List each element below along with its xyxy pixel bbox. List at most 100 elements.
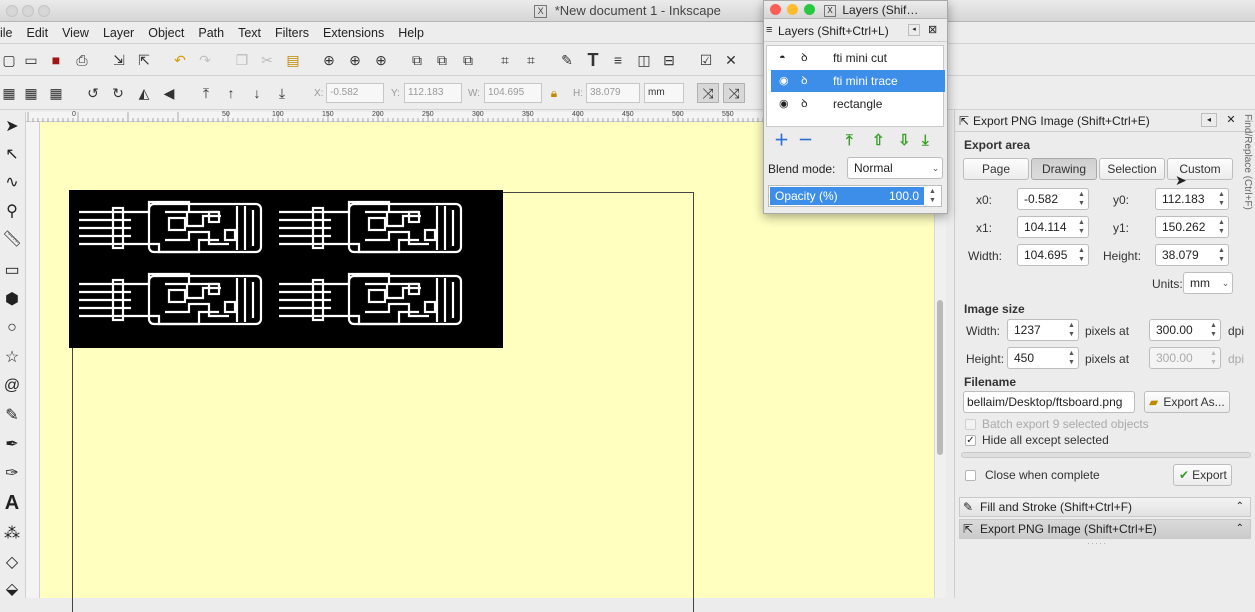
dialog-close-button[interactable] [770,4,781,15]
pcb-trace-image[interactable] [69,190,503,348]
y0-spinbox[interactable]: 112.183 ▲ ▼ [1155,188,1229,210]
rotate-cw-icon[interactable]: ↻ [109,84,127,102]
tweak-tool-icon[interactable]: ∿ [1,171,23,193]
print-icon[interactable]: ⎙ [73,51,91,69]
lock-ratio-icon[interactable]: 🔒︎ [545,84,563,102]
panel-close-icon[interactable]: ✕ [1223,113,1239,127]
spiral-tool-icon[interactable]: @ [1,375,23,397]
menu-help[interactable]: Help [391,22,431,44]
menu-edit[interactable]: Edit [20,22,56,44]
align-distribute-icon[interactable]: ⊟ [660,51,678,69]
menu-view[interactable]: View [55,22,96,44]
import-icon[interactable]: ⇲ [110,51,128,69]
eraser-tool-icon[interactable]: ◇ [1,551,23,573]
redo-icon[interactable]: ↷ [196,51,214,69]
scrollbar-thumb[interactable] [937,300,943,455]
unit-select[interactable]: mm [644,83,684,103]
panel-iconify-icon[interactable]: ◂ [908,24,920,36]
group-icon[interactable]: ⌗ [496,51,514,69]
eye-closed-icon[interactable]: ◓ [779,47,786,69]
select-all-icon[interactable]: ▦ [0,84,18,102]
raise-icon[interactable]: ↑ [222,84,240,102]
layer-row-fti-mini-cut[interactable]: ◓ ꝺ fti mini cut [771,47,945,69]
zoom-selection-icon[interactable]: ⊕ [320,51,338,69]
img-width-spinbox[interactable]: 1237 ▲ ▼ [1007,319,1079,341]
area-drawing-button[interactable]: Drawing [1031,158,1097,180]
select-all-layers-icon[interactable]: ▦ [22,84,40,102]
w-field[interactable]: 104.695 [484,83,542,103]
duplicate-icon[interactable]: ⧉ [408,51,426,69]
x0-spinbox[interactable]: -0.582 ▲ ▼ [1017,188,1089,210]
unlocked-icon[interactable]: ꝺ [801,93,808,115]
opacity-slider[interactable]: Opacity (%) 100.0 ▲ ▼ [768,185,942,207]
calligraphy-tool-icon[interactable]: ✑ [1,462,23,484]
text-tool-icon[interactable]: A [1,492,23,514]
window-minimize-button[interactable] [22,5,34,17]
fill-stroke-dock-tab[interactable]: ✎ Fill and Stroke (Shift+Ctrl+F) ⌃ [959,497,1251,517]
menu-extensions[interactable]: Extensions [316,22,391,44]
menu-file[interactable]: ile [0,22,20,44]
find-replace-side-tab[interactable]: Find/Replace (Ctrl+F) [1241,112,1255,242]
open-icon[interactable]: ▭ [22,51,40,69]
deselect-icon[interactable]: ▦ [47,84,65,102]
lower-layer-icon[interactable]: ⇩ [898,133,911,149]
area-selection-button[interactable]: Selection [1099,158,1165,180]
height-spinbox[interactable]: 38.079 ▲ ▼ [1155,244,1229,266]
spin-arrows-icon[interactable]: ▲ ▼ [1067,349,1076,367]
img-height-spinbox[interactable]: 450 ▲ ▼ [1007,347,1079,369]
layer-row-rectangle[interactable]: ◉ ꝺ rectangle [771,93,945,115]
3d-box-tool-icon[interactable]: ⬢ [1,288,23,310]
zoom-tool-icon[interactable]: ⚲ [1,200,23,222]
hide-except-selected-checkbox[interactable]: ✓ [965,435,976,446]
blend-mode-select[interactable]: Normal ⌄ [847,157,943,179]
flip-vertical-icon[interactable]: ◀ [160,84,178,102]
spray-tool-icon[interactable]: ⁂ [1,522,23,544]
node-tool-icon[interactable]: ↖ [1,143,23,165]
y-field[interactable]: 112.183 [404,83,462,103]
export-png-dock-tab[interactable]: ⇱ Export PNG Image (Shift+Ctrl+E) ⌃ [959,519,1251,539]
measure-tool-icon[interactable]: 📏︎ [1,228,23,250]
xml-editor-icon[interactable]: ◫ [635,51,653,69]
selector-tool-icon[interactable]: ➤ [1,115,23,137]
y1-spinbox[interactable]: 150.262 ▲ ▼ [1155,216,1229,238]
dpi-spinbox[interactable]: 300.00 ▲ ▼ [1149,319,1221,341]
spin-arrows-icon[interactable]: ▲ ▼ [1217,246,1226,264]
paint-bucket-tool-icon[interactable]: ⬙ [1,578,23,600]
unlocked-icon[interactable]: ꝺ [801,47,808,69]
eye-open-icon[interactable]: ◉ [779,70,789,92]
unlocked-icon[interactable]: ꝺ [801,70,808,92]
pen-tool-icon[interactable]: ✒ [1,433,23,455]
dialog-minimize-button[interactable] [787,4,798,15]
text-font-icon[interactable]: T [584,50,602,70]
menu-text[interactable]: Text [231,22,268,44]
layer-row-fti-mini-trace[interactable]: ◉ ꝺ fti mini trace [771,70,945,92]
spin-arrows-icon[interactable]: ▲ ▼ [1077,246,1086,264]
area-page-button[interactable]: Page [963,158,1029,180]
menu-path[interactable]: Path [191,22,231,44]
spin-arrows-icon[interactable]: ▲ ▼ [1217,218,1226,236]
menu-layer[interactable]: Layer [96,22,141,44]
preferences-icon[interactable]: ✕ [722,51,740,69]
spin-arrows-icon[interactable]: ▲ ▼ [1067,321,1076,339]
ellipse-tool-icon[interactable]: ○ [1,317,23,339]
spin-arrows-icon[interactable]: ▲ ▼ [1077,190,1086,208]
undo-icon[interactable]: ↶ [171,51,189,69]
rectangle-tool-icon[interactable]: ▭ [1,259,23,281]
window-zoom-button[interactable] [38,5,50,17]
dock-drag-handle[interactable]: ····· [1087,538,1107,548]
lower-layer-bottom-icon[interactable]: ⤓ [922,133,929,149]
new-document-icon[interactable]: ▢ [0,51,18,69]
star-tool-icon[interactable]: ☆ [1,346,23,368]
raise-layer-icon[interactable]: ⇧ [872,133,885,149]
ungroup-icon[interactable]: ⌗ [522,51,540,69]
units-select[interactable]: mm ⌄ [1183,272,1233,294]
panel-close-icon[interactable]: ⊠ [928,23,937,36]
lower-to-bottom-icon[interactable]: ⤓ [273,84,291,102]
zoom-drawing-icon[interactable]: ⊕ [346,51,364,69]
export-as-button[interactable]: ▰ Export As... [1144,391,1230,413]
spin-arrows-icon[interactable]: ▲ ▼ [1077,218,1086,236]
h-field[interactable]: 38.079 [586,83,640,103]
width-spinbox[interactable]: 104.695 ▲ ▼ [1017,244,1089,266]
x1-spinbox[interactable]: 104.114 ▲ ▼ [1017,216,1089,238]
flip-horizontal-icon[interactable]: ◭ [135,84,153,102]
